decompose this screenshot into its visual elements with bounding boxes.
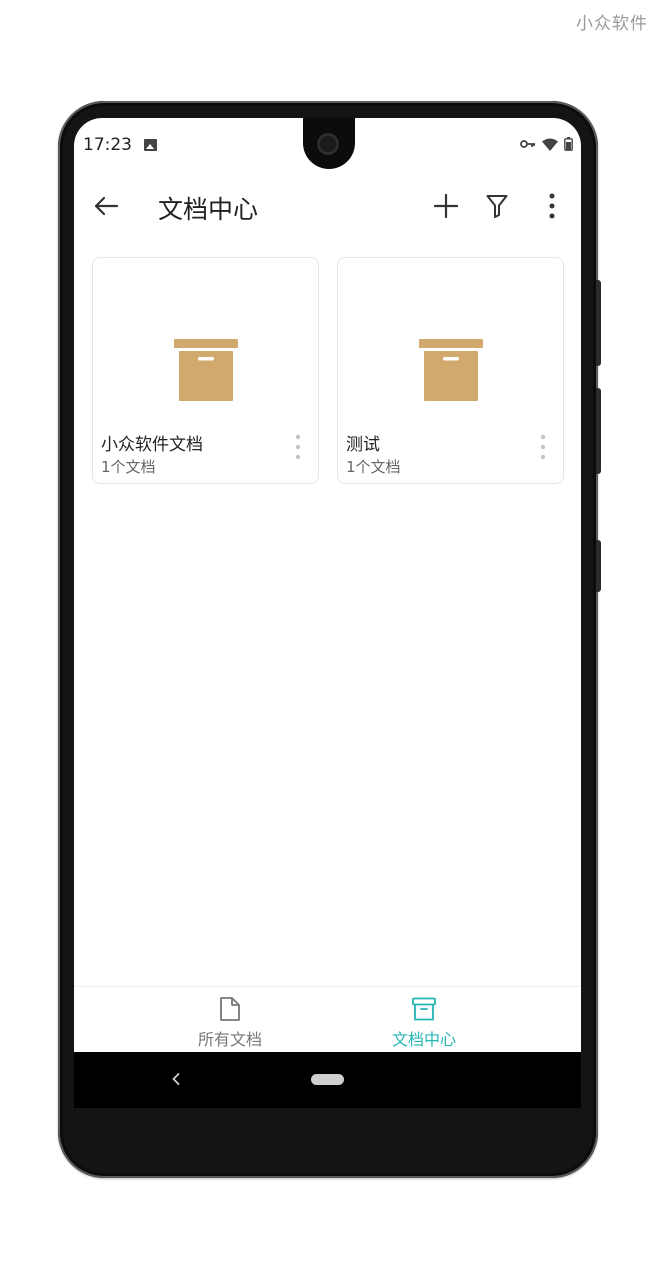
watermark: 小众软件: [576, 14, 648, 34]
filter-icon: [486, 195, 508, 218]
system-navigation-bar: [74, 1052, 581, 1108]
side-button: [596, 540, 601, 592]
file-icon: [220, 997, 240, 1021]
status-icons: [520, 137, 573, 151]
volume-button: [596, 280, 601, 366]
archive-box-icon: [174, 339, 238, 401]
nav-document-center[interactable]: 文档中心: [344, 997, 504, 1050]
wifi-icon: [542, 138, 558, 151]
folder-card[interactable]: 测试 1个文档: [337, 257, 564, 484]
system-home-pill[interactable]: [311, 1074, 344, 1085]
power-button: [596, 388, 601, 474]
archive-icon: [412, 997, 436, 1021]
archive-box-icon: [419, 339, 483, 401]
folder-name: 测试: [346, 435, 380, 455]
folder-card[interactable]: 小众软件文档 1个文档: [92, 257, 319, 484]
folder-doc-count: 1个文档: [346, 458, 401, 476]
nav-all-documents[interactable]: 所有文档: [150, 997, 310, 1050]
battery-icon: [564, 137, 573, 151]
system-back-icon[interactable]: [172, 1073, 180, 1085]
more-vert-icon: [549, 193, 555, 219]
camera-notch: [303, 118, 355, 169]
add-button[interactable]: [431, 191, 461, 221]
add-icon: [434, 194, 458, 218]
folder-doc-count: 1个文档: [101, 458, 156, 476]
vpn-key-icon: [520, 140, 535, 148]
back-button[interactable]: [90, 190, 122, 222]
camera-lens: [317, 133, 339, 155]
back-arrow-icon: [94, 196, 119, 216]
filter-button[interactable]: [482, 191, 512, 221]
nav-label: 所有文档: [197, 1030, 262, 1049]
folder-name: 小众软件文档: [101, 435, 203, 455]
bottom-navigation: 所有文档 文档中心: [74, 986, 581, 1053]
status-time: 17:23: [83, 135, 132, 155]
app-screen: 17:23 文档中心 小众软件文档 1个文档 测试 1个文档 所有文档 文档中心: [74, 118, 581, 1108]
image-notification-icon: [144, 139, 157, 151]
card-more-icon[interactable]: [535, 434, 551, 460]
card-more-icon[interactable]: [290, 434, 306, 460]
nav-label: 文档中心: [391, 1030, 456, 1049]
page-title: 文档中心: [158, 195, 259, 224]
more-options-button[interactable]: [540, 191, 564, 221]
